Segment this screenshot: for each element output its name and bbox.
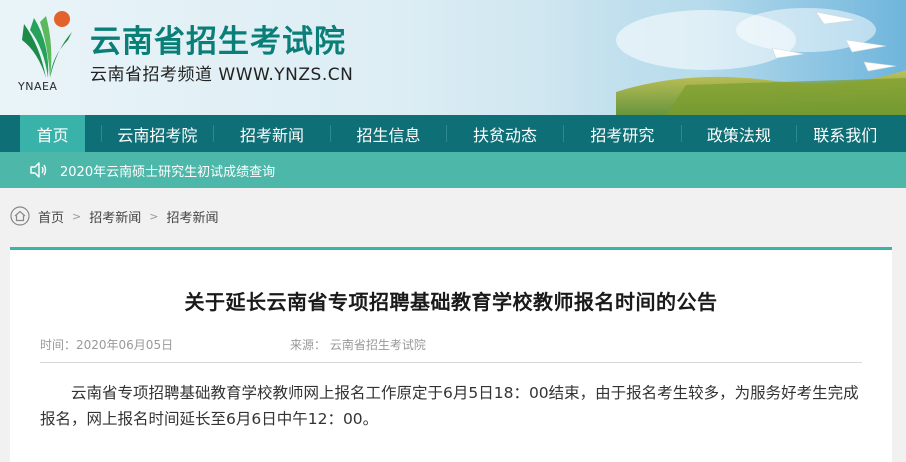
breadcrumb-home[interactable]: 首页 — [38, 207, 64, 226]
speaker-icon — [30, 162, 47, 178]
logo-abbreviation: YNAEA — [18, 80, 58, 93]
chevron-right-icon: > — [149, 209, 159, 223]
nav-item-policy[interactable]: 政策法规 — [682, 115, 797, 152]
article-title: 关于延长云南省专项招聘基础教育学校教师报名时间的公告 — [184, 290, 718, 314]
banner-illustration — [486, 0, 906, 115]
nav-item-enrollment-info[interactable]: 招生信息 — [331, 115, 446, 152]
breadcrumb-news[interactable]: 招考新闻 — [89, 207, 141, 226]
breadcrumb-news-current[interactable]: 招考新闻 — [166, 207, 218, 226]
site-header: YNAEA 云南省招生考试院 云南省招考频道 WWW.YNZS.CN — [0, 0, 906, 115]
notice-bar: 2020年云南硕士研究生初试成绩查询 — [0, 152, 906, 188]
nav-item-ynzky[interactable]: 云南招考院 — [102, 115, 213, 152]
article-source: 来源： 云南省招生考试院 — [290, 338, 426, 352]
site-subtitle: 云南省招考频道 WWW.YNZS.CN — [90, 65, 354, 85]
nav-item-news[interactable]: 招考新闻 — [214, 115, 331, 152]
article-body: 云南省专项招聘基础教育学校教师网上报名工作原定于6月5日18：00结束，由于报名… — [40, 384, 859, 428]
nav-item-contact[interactable]: 联系我们 — [797, 115, 906, 152]
article-divider — [40, 362, 862, 363]
breadcrumb: 首页 > 招考新闻 > 招考新闻 — [10, 204, 218, 228]
nav-item-home[interactable]: 首页 — [20, 115, 86, 152]
main-nav: 首页 云南招考院 招考新闻 招生信息 扶贫动态 招考研究 政策法规 联系我们 — [0, 115, 906, 152]
chevron-right-icon: > — [72, 209, 82, 223]
article-date: 时间：2020年06月05日 — [40, 338, 174, 352]
nav-item-research[interactable]: 招考研究 — [564, 115, 681, 152]
ynaea-logo-icon — [22, 11, 72, 78]
nav-item-poverty-relief[interactable]: 扶贫动态 — [447, 115, 564, 152]
site-title: 云南省招生考试院 — [90, 24, 346, 60]
article-card: 关于延长云南省专项招聘基础教育学校教师报名时间的公告 时间：2020年06月05… — [10, 247, 892, 462]
notice-link[interactable]: 2020年云南硕士研究生初试成绩查询 — [60, 161, 275, 180]
home-icon — [10, 206, 30, 226]
